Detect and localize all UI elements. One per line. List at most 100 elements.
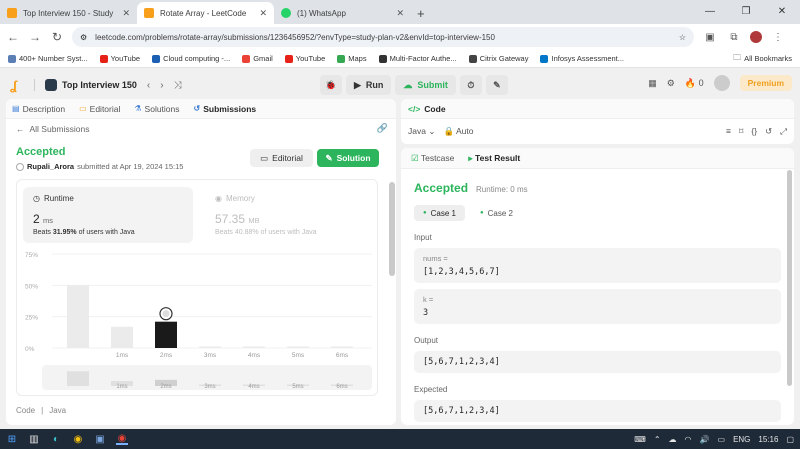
result-scrollbar[interactable]	[787, 170, 792, 386]
bookmark-icon[interactable]: ⌑	[739, 126, 743, 137]
edge-icon[interactable]: ◐	[50, 433, 62, 445]
battery-icon[interactable]: ▭	[718, 435, 726, 444]
chart-bar	[331, 346, 353, 348]
memory-chip-icon: ◉	[215, 194, 222, 203]
browser-tab-whatsapp[interactable]: (1) WhatsApp ✕	[274, 2, 411, 24]
reload-icon[interactable]: ↻	[50, 30, 64, 44]
task-view-icon[interactable]: ▥	[28, 433, 40, 445]
submit-button[interactable]: ☁ Submit	[395, 75, 456, 95]
tab-submissions[interactable]: ↺ Submissions	[194, 104, 257, 114]
code-footer: Code | Java	[16, 406, 66, 415]
extension-icon[interactable]: ▣	[702, 32, 718, 43]
editor-toolbar: Java ⌄ 🔒 Auto ≡ ⌑ {} ↺ ⤢	[401, 119, 794, 143]
reset-icon[interactable]: ↺	[765, 126, 772, 137]
timer-icon[interactable]: ⏱	[459, 75, 482, 95]
bookmark-item[interactable]: Gmail	[242, 54, 273, 63]
bookmark-item[interactable]: Cloud computing -...	[152, 54, 230, 63]
chart-bar	[287, 346, 309, 348]
bookmark-item[interactable]: Infosys Assessment...	[540, 54, 624, 63]
bookmark-item[interactable]: YouTube	[284, 54, 325, 63]
run-button[interactable]: ▶ Run	[346, 75, 392, 95]
close-tab-icon[interactable]: ✕	[396, 8, 404, 19]
chrome-icon[interactable]: ◉	[72, 433, 84, 445]
premium-button[interactable]: Premium	[739, 75, 792, 91]
runtime-card[interactable]: ◷ Runtime 2 ms Beats 31.95% of users with…	[23, 187, 193, 243]
close-tab-icon[interactable]: ✕	[122, 8, 130, 19]
restore-icon[interactable]: ❐	[728, 0, 764, 24]
tab-test-result[interactable]: ▸ Test Result	[468, 153, 520, 164]
extensions-puzzle-icon[interactable]: ⧉	[726, 32, 742, 43]
forward-icon[interactable]: →	[28, 30, 42, 44]
back-icon[interactable]: ←	[6, 30, 20, 44]
tab-testcase[interactable]: ☑ Testcase	[411, 153, 454, 164]
format-icon[interactable]: ≡	[726, 126, 731, 137]
new-tab-button[interactable]: +	[417, 2, 425, 24]
leetcode-favicon-icon	[7, 8, 17, 18]
username[interactable]: Rupali_Arora	[27, 162, 74, 171]
tab-solutions[interactable]: ⚗ Solutions	[134, 104, 179, 114]
tab-description[interactable]: ▤ Description	[12, 104, 65, 114]
browser-tab-study-plan[interactable]: Top Interview 150 - Study Plan ✕	[0, 2, 137, 24]
case-1-tab[interactable]: ● Case 1	[414, 205, 465, 221]
problem-list-name[interactable]: Top Interview 150	[62, 80, 137, 90]
volume-icon[interactable]: 🔊	[700, 435, 710, 444]
browser-tab-rotate-array[interactable]: Rotate Array - LeetCode ✕	[137, 2, 274, 24]
close-window-icon[interactable]: ✕	[764, 0, 800, 24]
settings-icon[interactable]: ⚙	[667, 78, 675, 89]
tab-editorial[interactable]: ▭ Editorial	[79, 104, 120, 114]
close-tab-icon[interactable]: ✕	[259, 8, 267, 19]
chevron-up-icon[interactable]: ⌃	[654, 435, 661, 444]
chrome-active-icon[interactable]: ◉	[116, 433, 128, 445]
url-field[interactable]: ⚙ leetcode.com/problems/rotate-array/sub…	[72, 27, 694, 47]
menu-kebab-icon[interactable]: ⋮	[770, 32, 786, 43]
citrix-icon	[468, 54, 477, 63]
editor-actions: ≡ ⌑ {} ↺ ⤢	[726, 126, 787, 137]
bookmark-item[interactable]: Maps	[337, 54, 367, 63]
notifications-icon[interactable]: ▢	[786, 435, 794, 444]
streak[interactable]: 🔥 0	[685, 78, 704, 89]
leetcode-header: ʆ Top Interview 150 ‹ › ⤨ 🐞 ▶ Run ☁ Submit…	[0, 72, 800, 98]
leetcode-logo-icon[interactable]: ʆ	[10, 78, 24, 93]
all-bookmarks[interactable]: 🗀 All Bookmarks	[733, 52, 792, 66]
bookmark-item[interactable]: 400+ Number Syst...	[8, 54, 88, 63]
site-info-icon[interactable]: ⚙	[80, 33, 87, 42]
next-problem-icon[interactable]: ›	[160, 80, 163, 91]
language-select[interactable]: Java ⌄	[408, 126, 435, 137]
windows-start-icon[interactable]: ⊞	[6, 433, 18, 445]
clock[interactable]: 15:16	[758, 435, 778, 444]
store-icon[interactable]: ▣	[94, 433, 106, 445]
bookmark-star-icon[interactable]: ☆	[679, 33, 686, 42]
bookmark-item[interactable]: YouTube	[99, 54, 140, 63]
notes-icon[interactable]: ✎	[485, 75, 508, 95]
keyboard-icon[interactable]: ⌨	[634, 435, 646, 444]
cloud-icon[interactable]: ☁	[669, 435, 677, 444]
editorial-button[interactable]: ▭ Editorial	[250, 149, 313, 167]
minimize-icon[interactable]: —	[692, 0, 728, 24]
left-scrollbar[interactable]	[389, 182, 395, 276]
memory-unit: MB	[248, 216, 260, 225]
bookmark-item[interactable]: Multi-Factor Authe...	[378, 54, 457, 63]
study-plan-icon	[45, 79, 57, 91]
auto-mode[interactable]: 🔒 Auto	[443, 126, 473, 137]
solution-button[interactable]: ✎ Solution	[317, 149, 379, 167]
prev-problem-icon[interactable]: ‹	[147, 80, 150, 91]
expand-icon[interactable]: ⤢	[780, 126, 787, 137]
layout-icon[interactable]: ▦	[648, 78, 657, 89]
memory-card[interactable]: ◉ Memory 57.35 MB Beats 40.88% of users w…	[211, 187, 361, 243]
wifi-icon[interactable]: ◠	[685, 435, 692, 444]
case-2-tab[interactable]: ● Case 2	[471, 205, 522, 221]
profile-avatar[interactable]	[750, 31, 762, 43]
user-avatar[interactable]	[713, 75, 730, 91]
terminal-icon: ▸	[468, 152, 473, 163]
submission-marker-inner	[162, 310, 170, 318]
divider	[34, 79, 35, 91]
shuffle-icon[interactable]: ⤨	[174, 80, 182, 91]
braces-icon[interactable]: {}	[751, 126, 757, 137]
debug-icon[interactable]: 🐞	[320, 75, 342, 95]
bookmark-item[interactable]: Citrix Gateway	[468, 54, 528, 63]
language-indicator[interactable]: ENG	[733, 435, 750, 444]
editorial-label: Editorial	[272, 153, 303, 163]
url-text: leetcode.com/problems/rotate-array/submi…	[95, 32, 495, 42]
all-submissions-link[interactable]: ← All Submissions	[6, 119, 396, 139]
share-link-icon[interactable]: 🔗	[377, 123, 388, 134]
